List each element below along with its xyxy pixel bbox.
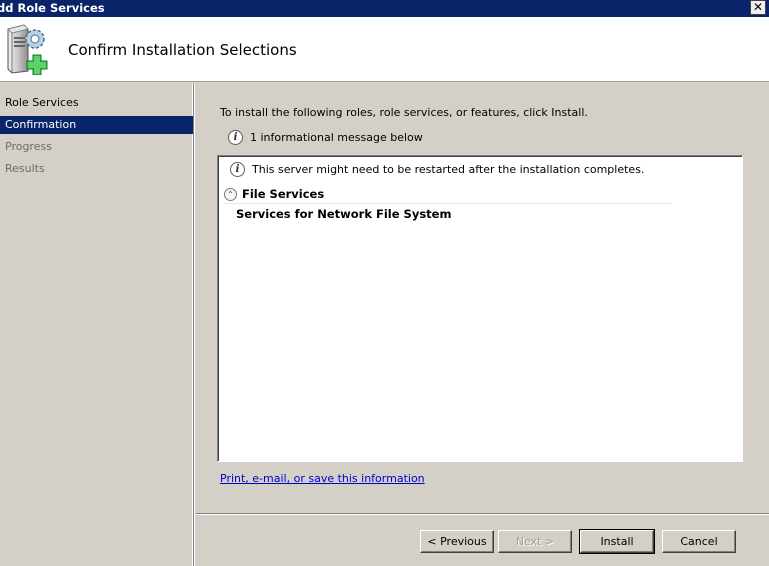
step-role-services[interactable]: Role Services	[0, 94, 193, 112]
info-message-summary: i 1 informational message below	[228, 129, 423, 145]
close-button[interactable]: ✕	[750, 0, 766, 15]
step-confirmation[interactable]: Confirmation	[0, 116, 193, 134]
selections-list[interactable]: i This server might need to be restarted…	[217, 155, 743, 462]
info-icon: i	[228, 129, 243, 145]
restart-warning: i This server might need to be restarted…	[230, 162, 644, 177]
chevron-up-icon[interactable]: ⌃	[224, 187, 237, 201]
window-title: dd Role Services	[0, 1, 105, 15]
section-title: File Services	[242, 187, 325, 201]
next-button[interactable]: Next >	[498, 530, 572, 553]
sidebar-divider	[193, 83, 195, 566]
section-file-services[interactable]: ⌃ File Services	[224, 185, 672, 204]
restart-warning-text: This server might need to be restarted a…	[252, 163, 645, 176]
intro-text: To install the following roles, role ser…	[220, 106, 588, 119]
wizard-header: Confirm Installation Selections	[0, 17, 769, 82]
list-item: Services for Network File System	[236, 207, 452, 221]
step-progress: Progress	[5, 140, 52, 153]
page-title: Confirm Installation Selections	[68, 41, 297, 59]
close-icon: ✕	[752, 0, 764, 14]
print-email-save-link[interactable]: Print, e-mail, or save this information	[220, 472, 425, 485]
server-add-icon	[7, 24, 48, 75]
footer-divider	[196, 513, 769, 515]
previous-button[interactable]: < Previous	[420, 530, 494, 553]
step-results: Results	[5, 162, 45, 175]
info-message-text: 1 informational message below	[250, 130, 423, 144]
info-icon: i	[230, 162, 245, 177]
title-bar[interactable]: dd Role Services ✕	[0, 0, 769, 17]
cancel-button[interactable]: Cancel	[662, 530, 736, 553]
install-button[interactable]: Install	[579, 529, 655, 554]
